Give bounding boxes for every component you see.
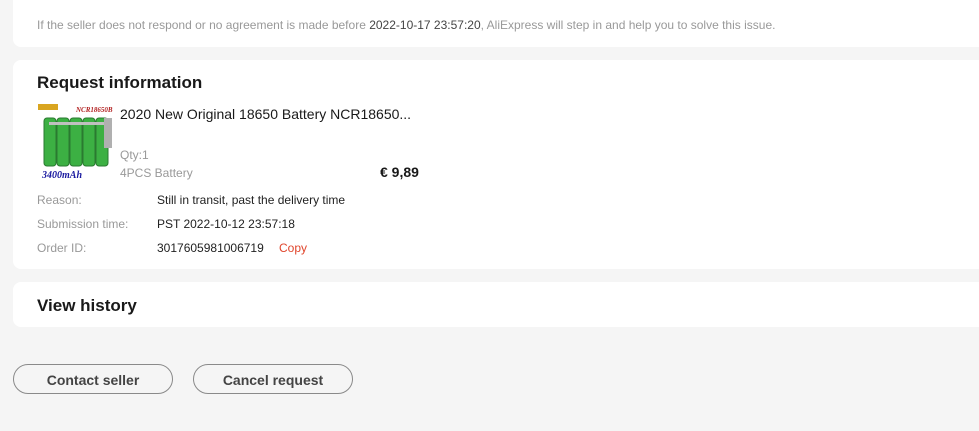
product-thumbnail[interactable]: NCR18650B 3400mAh: [38, 104, 118, 182]
notice-prefix: If the seller does not respond or no agr…: [37, 18, 370, 32]
status-card: If the seller does not respond or no agr…: [13, 0, 979, 47]
reason-value: Still in transit, past the delivery time: [157, 193, 346, 207]
request-information-card: Request information NCR18650B 3400mAh 20…: [13, 60, 979, 269]
reason-label: Reason:: [37, 193, 82, 207]
cancel-request-button[interactable]: Cancel request: [193, 364, 353, 394]
image-label-bottom: 3400mAh: [41, 170, 82, 181]
product-price: € 9,89: [380, 164, 419, 180]
order-id-label: Order ID:: [37, 241, 87, 255]
submission-time-label: Submission time:: [37, 217, 129, 231]
submission-time-value: PST 2022-10-12 23:57:18: [157, 217, 295, 231]
notice-suffix: , AliExpress will step in and help you t…: [480, 18, 776, 32]
product-quantity: Qty:1: [120, 148, 149, 162]
view-history-card[interactable]: View history: [13, 282, 979, 327]
view-history-title[interactable]: View history: [37, 296, 137, 316]
notice-deadline: 2022-10-17 23:57:20: [369, 18, 481, 32]
image-label-top: NCR18650B: [75, 106, 113, 114]
resolution-notice: If the seller does not respond or no agr…: [37, 18, 775, 32]
product-title[interactable]: 2020 New Original 18650 Battery NCR18650…: [120, 106, 411, 122]
contact-seller-button[interactable]: Contact seller: [13, 364, 173, 394]
copy-order-id-link[interactable]: Copy: [279, 241, 307, 255]
order-id-value: 3017605981006719: [157, 241, 264, 255]
product-sku: 4PCS Battery: [120, 166, 193, 180]
request-information-title: Request information: [37, 73, 203, 92]
